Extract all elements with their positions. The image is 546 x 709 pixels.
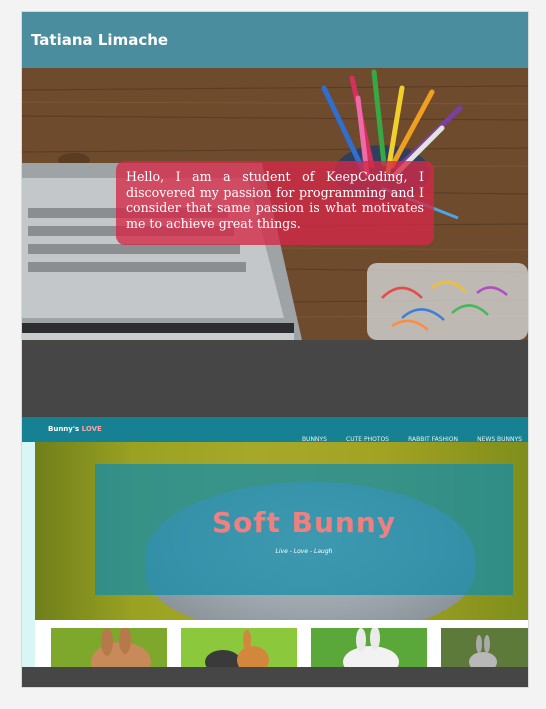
preview-navbar: Bunny's LOVE BUNNYS CUTE PHOTOS RABBIT F…	[22, 417, 528, 443]
project-preview-soft-bunny[interactable]: Bunny's LOVE BUNNYS CUTE PHOTOS RABBIT F…	[22, 417, 528, 667]
footer-band	[22, 667, 528, 687]
preview-side-strip	[22, 442, 35, 667]
preview-logo-main: Bunny's	[48, 425, 82, 433]
site-title[interactable]: Tatiana Limache	[31, 31, 168, 49]
preview-heading: Soft Bunny	[211, 506, 397, 539]
bio-text: Hello, I am a student of KeepCoding, I d…	[126, 169, 424, 231]
preview-logo-accent: LOVE	[81, 425, 102, 433]
hero-banner: Hello, I am a student of KeepCoding, I d…	[22, 68, 528, 340]
portfolio-page: Tatiana Limache Hello, I am a student of…	[22, 12, 528, 687]
gallery-thumb-brown-bunny	[51, 628, 167, 667]
bio-box: Hello, I am a student of KeepCoding, I d…	[116, 161, 434, 245]
preview-hero-overlay: Soft Bunny Live - Love - Laugh	[95, 464, 513, 595]
preview-tagline: Live - Love - Laugh	[275, 548, 333, 555]
gallery-thumb-two-bunnies	[181, 628, 297, 667]
gallery-thumb-white-bunny	[311, 628, 427, 667]
site-header: Tatiana Limache	[22, 12, 528, 68]
section-divider	[22, 340, 528, 416]
preview-logo: Bunny's LOVE	[48, 425, 102, 433]
preview-hero-image: Soft Bunny Live - Love - Laugh	[35, 442, 528, 620]
gallery-thumb-grey-bunny	[441, 628, 528, 667]
